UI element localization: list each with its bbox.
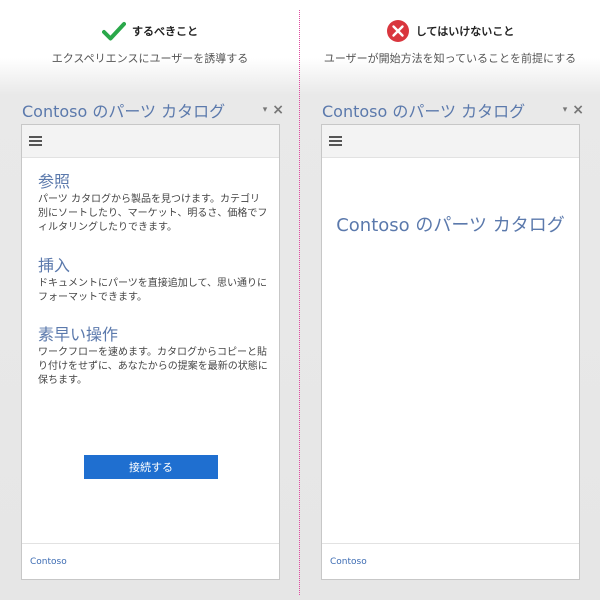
chevron-down-icon[interactable]: ▾ [563, 105, 568, 115]
right-pane-footer: Contoso [322, 543, 579, 579]
chevron-down-icon[interactable]: ▾ [263, 105, 268, 115]
right-pane-title: Contoso のパーツ カタログ [322, 102, 526, 121]
hamburger-icon[interactable] [329, 136, 342, 146]
section-quick-action: 素早い操作 ワークフローを速めます。カタログからコピーと貼り付けをせずに、あなた… [38, 325, 268, 388]
footer-brand-link[interactable]: Contoso [330, 557, 367, 567]
do-verdict-label: するべきこと [132, 25, 198, 38]
center-title: Contoso のパーツ カタログ [336, 215, 565, 236]
left-pane-titlebar: Contoso のパーツ カタログ ▾ × [22, 99, 284, 121]
footer-brand-link[interactable]: Contoso [30, 557, 67, 567]
section-body: パーツ カタログから製品を見つけます。カテゴリ別にソートしたり、マーケット、明る… [38, 194, 268, 233]
right-pane-toolbar [322, 125, 579, 158]
do-header: するべきこと エクスペリエンスにユーザーを誘導する [0, 18, 300, 66]
section-heading: 挿入 [38, 256, 71, 275]
section-insert: 挿入 ドキュメントにパーツを直接追加して、思い通りにフォーマットできます。 [38, 256, 268, 305]
dont-header: してはいけないこと ユーザーが開始方法を知っていることを前提にする [300, 18, 600, 66]
do-subtitle: エクスペリエンスにユーザーを誘導する [51, 52, 249, 65]
section-browse: 参照 パーツ カタログから製品を見つけます。カテゴリ別にソートしたり、マーケット… [38, 172, 268, 235]
right-pane-titlebar: Contoso のパーツ カタログ ▾ × [322, 99, 584, 121]
left-pane-footer: Contoso [22, 543, 279, 579]
x-icon [386, 19, 410, 43]
dont-verdict-label: してはいけないこと [415, 25, 515, 38]
left-pane-toolbar [22, 125, 279, 158]
connect-button[interactable]: 接続する [84, 455, 218, 479]
check-icon [102, 21, 126, 41]
left-task-pane: 参照 パーツ カタログから製品を見つけます。カテゴリ別にソートしたり、マーケット… [21, 124, 280, 580]
hamburger-icon[interactable] [29, 136, 42, 146]
do-verdict: するべきこと [0, 18, 300, 44]
left-pane-title: Contoso のパーツ カタログ [22, 102, 226, 121]
right-task-pane: Contoso のパーツ カタログ Contoso [321, 124, 580, 580]
dont-verdict: してはいけないこと [300, 18, 600, 44]
column-divider [299, 10, 300, 595]
dont-subtitle: ユーザーが開始方法を知っていることを前提にする [323, 52, 577, 65]
section-body: ワークフローを速めます。カタログからコピーと貼り付けをせずに、あなたからの提案を… [38, 347, 268, 386]
section-heading: 素早い操作 [38, 325, 119, 344]
close-icon[interactable]: × [272, 103, 284, 117]
section-heading: 参照 [38, 172, 71, 191]
section-body: ドキュメントにパーツを直接追加して、思い通りにフォーマットできます。 [38, 278, 267, 303]
close-icon[interactable]: × [572, 103, 584, 117]
